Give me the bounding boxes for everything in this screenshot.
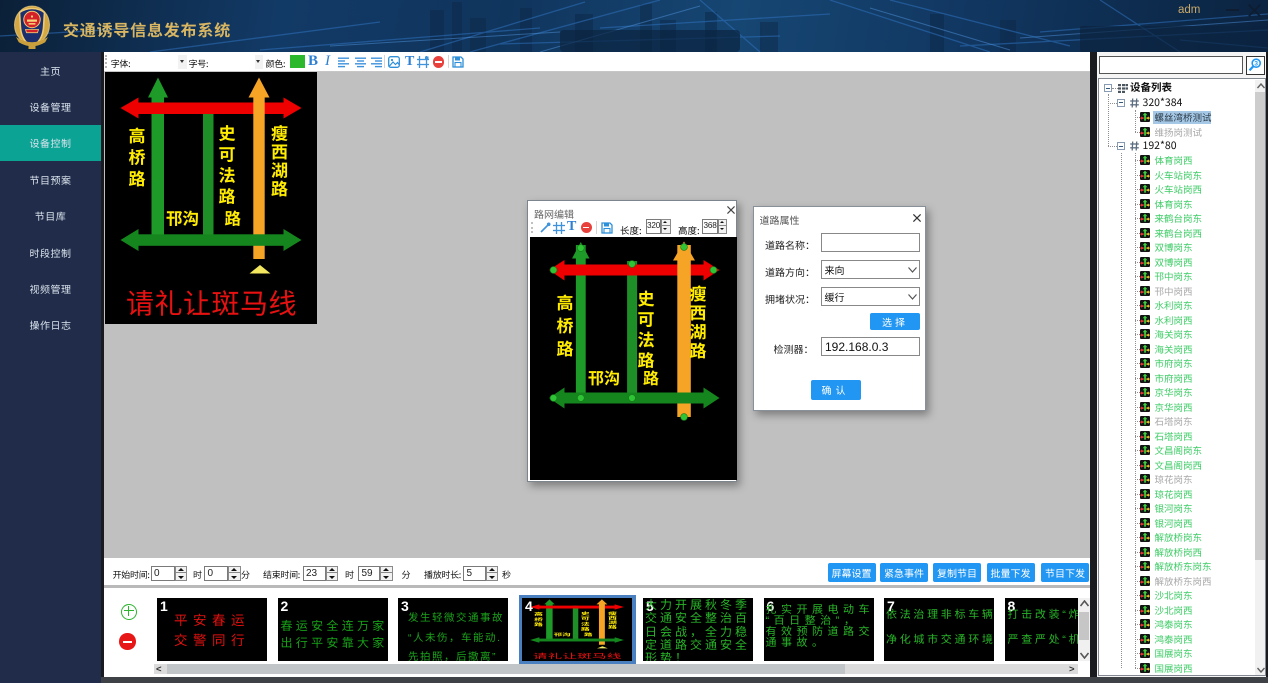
svg-text:桥: 桥 [556, 312, 573, 337]
svg-text:路: 路 [689, 337, 706, 362]
svg-text:路: 路 [556, 335, 573, 360]
svg-text:高: 高 [556, 289, 573, 314]
svg-text:3: 3 [1254, 61, 1258, 68]
svg-text:路: 路 [643, 365, 659, 389]
svg-text:邗沟: 邗沟 [588, 365, 620, 389]
